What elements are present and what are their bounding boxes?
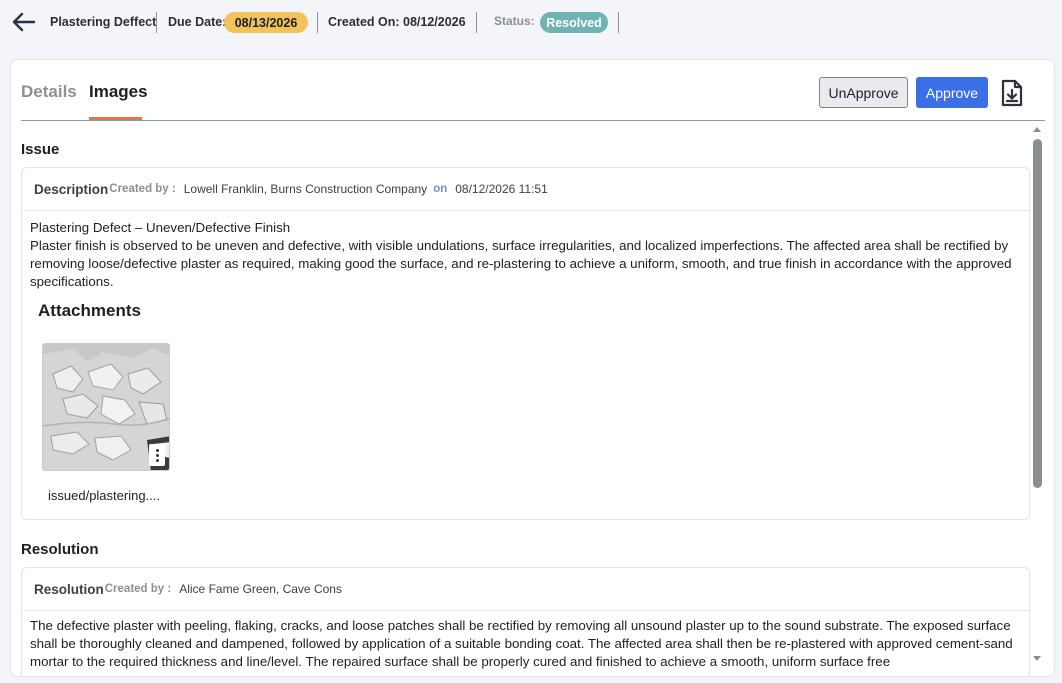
resolution-title: Resolution: [34, 581, 104, 597]
header-divider: [156, 12, 157, 33]
scroll-up-icon[interactable]: [1031, 122, 1043, 134]
scroll-down-icon[interactable]: [1031, 652, 1043, 664]
resolution-panel: Resolution Created by : Alice Fame Green…: [21, 567, 1030, 676]
resolution-section-title: Resolution: [21, 541, 99, 558]
attachment-filename: issued/plastering....: [48, 488, 161, 503]
resolution-text: The defective plaster with peeling, flak…: [30, 618, 1013, 669]
more-vertical-icon[interactable]: [149, 444, 165, 466]
tab-images[interactable]: Images: [89, 82, 148, 102]
attachment-thumbnail[interactable]: [42, 343, 170, 471]
description-title: Description: [34, 181, 109, 197]
created-by-label: Created by :: [109, 183, 176, 195]
header-divider: [476, 12, 477, 33]
status-label: Status:: [494, 14, 535, 28]
tab-details[interactable]: Details: [21, 82, 77, 102]
status-badge: Resolved: [540, 12, 608, 33]
file-download-icon[interactable]: [998, 77, 1026, 109]
issue-section-title: Issue: [21, 141, 60, 158]
tab-divider: [21, 120, 1045, 121]
created-on-value: 08/12/2026 11:51: [455, 182, 548, 196]
due-date-label: Due Date:: [168, 15, 227, 29]
created-by-label: Created by :: [104, 583, 172, 595]
back-arrow-icon[interactable]: [10, 10, 38, 34]
created-on-text: Created On: 08/12/2026: [328, 15, 466, 29]
issue-description: Plastering Defect – Uneven/Defective Fin…: [22, 211, 1029, 320]
issue-text: Plaster finish is observed to be uneven …: [30, 238, 1012, 289]
created-by-value: Lowell Franklin, Burns Construction Comp…: [183, 182, 428, 196]
header-divider: [317, 12, 318, 33]
issue-heading: Plastering Defect – Uneven/Defective Fin…: [30, 220, 291, 235]
resolution-panel-header: Resolution Created by : Alice Fame Green…: [22, 568, 1029, 611]
main-card: Details Images UnApprove Approve Issue D…: [10, 59, 1055, 677]
created-by-value: Alice Fame Green, Cave Cons: [179, 582, 342, 596]
due-date-badge: 08/13/2026: [224, 12, 308, 33]
header-divider: [618, 12, 619, 33]
unapprove-button[interactable]: UnApprove: [819, 77, 908, 108]
top-header: Plastering Deffect Due Date: 08/13/2026 …: [0, 0, 1062, 46]
attachments-title: Attachments: [38, 301, 141, 320]
issue-panel: Description Created by : Lowell Franklin…: [21, 167, 1030, 520]
scrollbar-thumb[interactable]: [1033, 139, 1042, 488]
approve-button[interactable]: Approve: [916, 77, 988, 108]
on-label: on: [433, 183, 448, 195]
issue-title: Plastering Deffect: [50, 15, 157, 29]
issue-panel-header: Description Created by : Lowell Franklin…: [22, 168, 1029, 211]
